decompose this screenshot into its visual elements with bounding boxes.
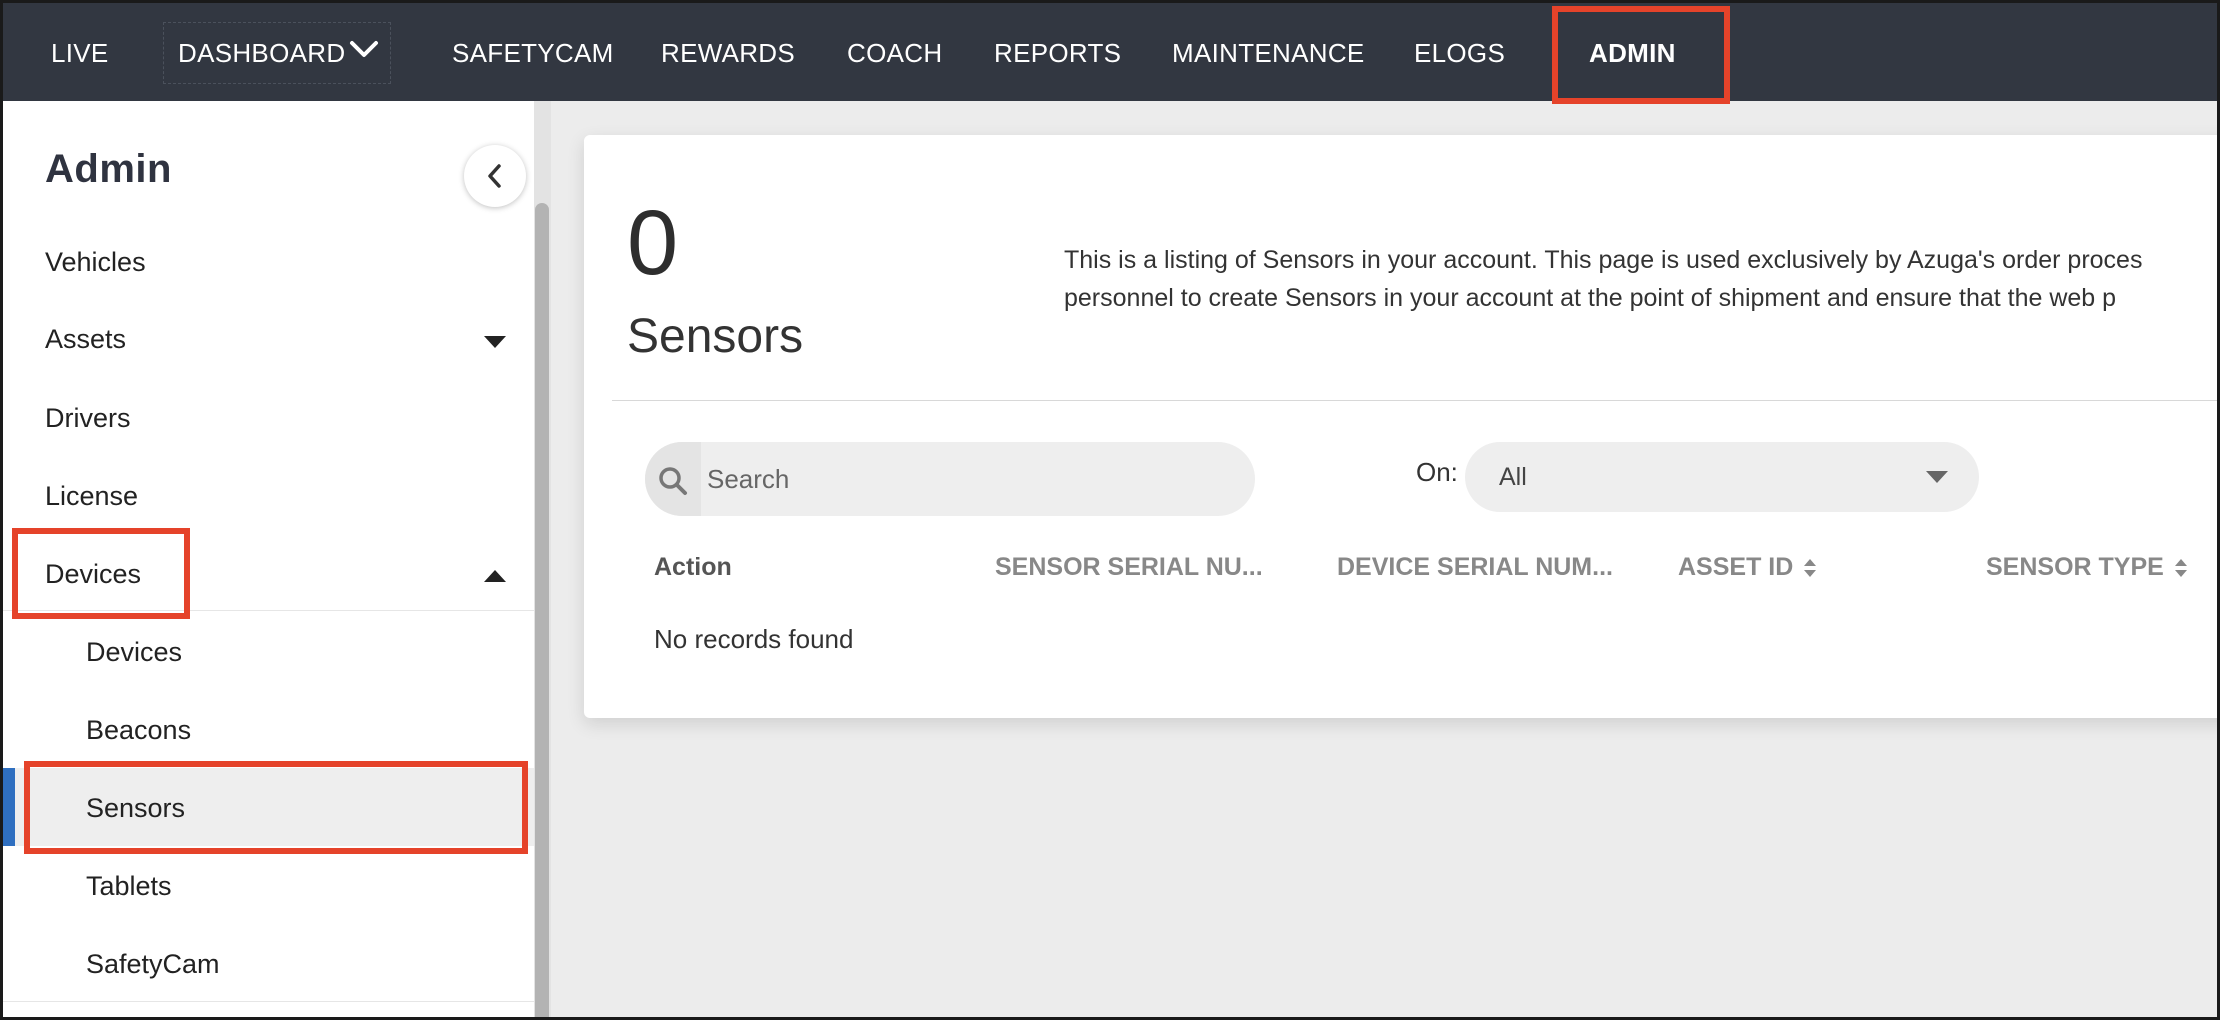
search-input[interactable] xyxy=(707,460,1227,498)
nav-rewards[interactable]: REWARDS xyxy=(661,0,795,101)
sidebar-subitem-safetycam[interactable]: SafetyCam xyxy=(86,949,220,980)
sidebar-subitem-tablets[interactable]: Tablets xyxy=(86,871,172,902)
caret-down-icon[interactable] xyxy=(483,335,507,349)
sensors-card: 0 Sensors This is a listing of Sensors i… xyxy=(584,135,2220,718)
filter-label: On: xyxy=(1416,457,1458,487)
sidebar-subitem-devices[interactable]: Devices xyxy=(86,637,182,668)
column-header-sensor-serial[interactable]: SENSOR SERIAL NU... xyxy=(995,553,1263,582)
filter-select-value: All xyxy=(1499,463,1527,491)
sidebar-item-vehicles[interactable]: Vehicles xyxy=(45,247,146,278)
nav-maintenance[interactable]: MAINTENANCE xyxy=(1172,0,1365,101)
chevron-left-icon xyxy=(488,164,501,188)
caret-down-icon xyxy=(1926,471,1948,483)
sort-icon[interactable] xyxy=(1803,557,1817,579)
page-description-line: This is a listing of Sensors in your acc… xyxy=(1064,246,2143,274)
nav-reports[interactable]: REPORTS xyxy=(994,0,1121,101)
card-divider xyxy=(612,400,2220,401)
chevron-down-icon[interactable] xyxy=(349,39,379,61)
sidebar-item-drivers[interactable]: Drivers xyxy=(45,403,131,434)
search-box[interactable] xyxy=(645,442,1255,516)
sidebar-scrollbar-thumb[interactable] xyxy=(535,203,549,1020)
nav-dashboard[interactable]: DASHBOARD xyxy=(178,0,345,101)
column-header-device-serial[interactable]: DEVICE SERIAL NUM... xyxy=(1337,553,1613,582)
sidebar-selected-indicator xyxy=(3,768,15,846)
nav-coach[interactable]: COACH xyxy=(847,0,942,101)
sidebar-title: Admin xyxy=(45,147,172,191)
nav-live[interactable]: LIVE xyxy=(51,0,109,101)
page-description-line: personnel to create Sensors in your acco… xyxy=(1064,284,2117,312)
column-header-action: Action xyxy=(654,553,732,581)
caret-up-icon[interactable] xyxy=(483,569,507,583)
page-title: Sensors xyxy=(627,310,804,363)
column-header-label: SENSOR TYPE xyxy=(1986,553,2164,581)
sidebar-item-assets[interactable]: Assets xyxy=(45,324,126,355)
search-icon xyxy=(659,467,687,495)
highlight-box-devices xyxy=(12,528,190,619)
column-header-sensor-type[interactable]: SENSOR TYPE xyxy=(1986,553,2188,582)
collapse-sidebar-button[interactable] xyxy=(464,145,526,207)
record-count: 0 xyxy=(627,192,679,294)
sidebar-subitem-beacons[interactable]: Beacons xyxy=(86,715,191,746)
column-header-label: ASSET ID xyxy=(1678,553,1794,581)
column-header-asset-id[interactable]: ASSET ID xyxy=(1678,553,1817,582)
search-icon-container[interactable] xyxy=(645,442,701,516)
sort-icon[interactable] xyxy=(2174,557,2188,579)
sidebar-item-license[interactable]: License xyxy=(45,481,138,512)
nav-safetycam[interactable]: SAFETYCAM xyxy=(452,0,614,101)
page-description: This is a listing of Sensors in your acc… xyxy=(1064,241,2214,317)
top-nav: LIVE DASHBOARD SAFETYCAM REWARDS COACH R… xyxy=(0,0,2220,101)
highlight-box-admin xyxy=(1552,6,1730,104)
nav-elogs[interactable]: ELOGS xyxy=(1414,0,1505,101)
filter-select[interactable]: All xyxy=(1465,442,1979,512)
sidebar-divider xyxy=(0,1001,534,1002)
empty-state-message: No records found xyxy=(654,624,854,654)
highlight-box-sensors xyxy=(24,761,528,854)
